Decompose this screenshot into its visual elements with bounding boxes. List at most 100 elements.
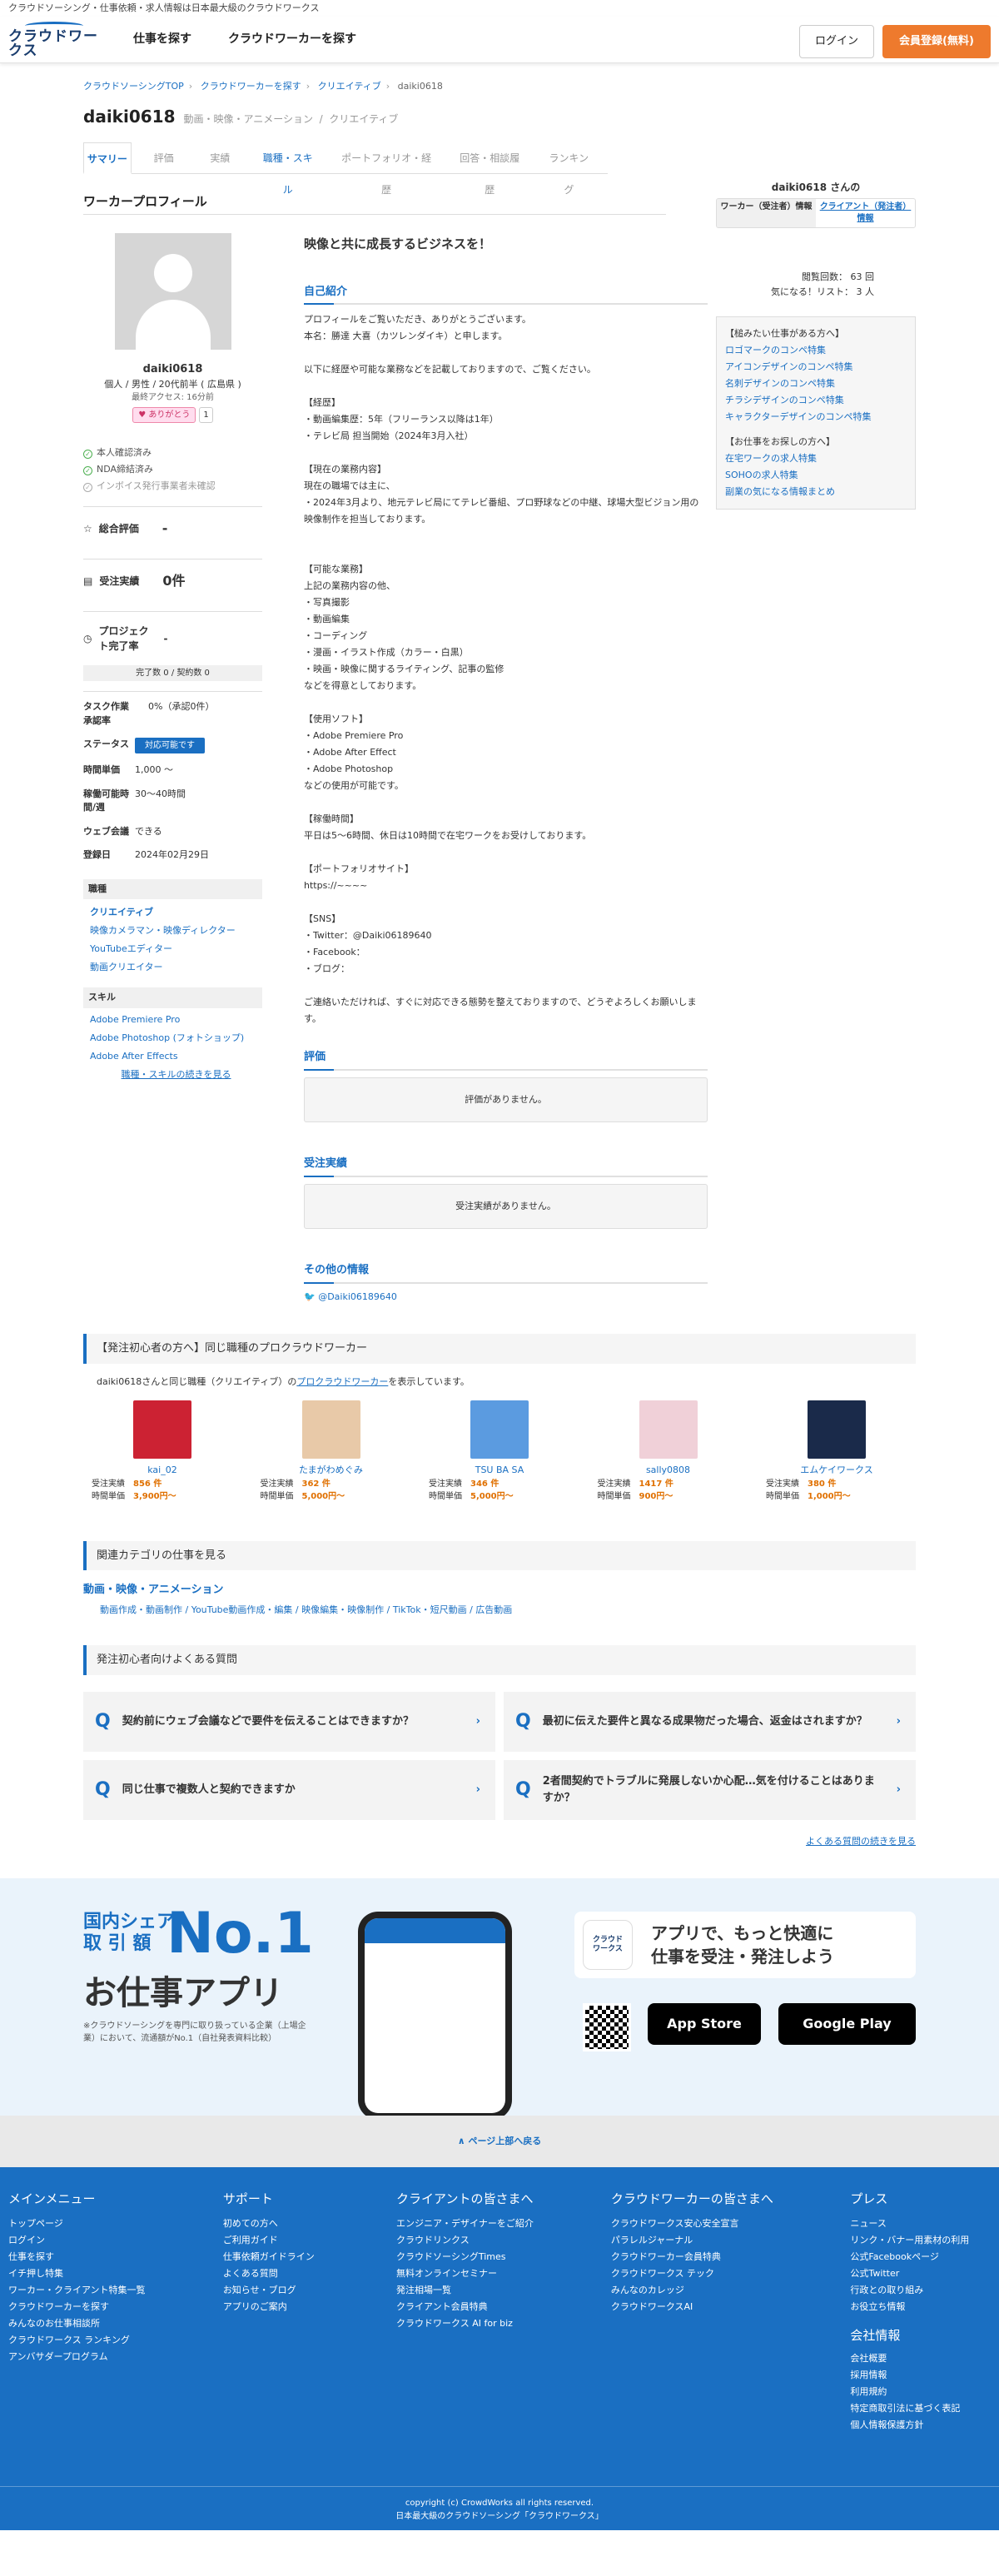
footer-link[interactable]: 採用情報 xyxy=(850,2367,991,2384)
worker-card[interactable]: TSU BA SA 受注実績 346 件時間単価 5,000円〜 xyxy=(429,1400,570,1503)
interest-link[interactable]: 在宅ワークの求人特集 xyxy=(725,450,907,467)
faq-item[interactable]: Q 契約前にウェブ会議などで要件を伝えることはできますか？ › xyxy=(83,1691,495,1752)
footer-link[interactable]: クラウドワークス安心安全宣言 xyxy=(611,2215,851,2232)
footer-link[interactable]: 無料オンラインセミナー xyxy=(396,2265,611,2282)
footer-link[interactable]: 公式Facebookページ xyxy=(850,2249,991,2265)
crumb-category[interactable]: クリエイティブ xyxy=(318,81,381,92)
tab-ranking[interactable]: ランキング xyxy=(539,142,599,196)
skill-item[interactable]: Adobe After Effects xyxy=(90,1050,262,1063)
footer-link[interactable]: エンジニア・デザイナーをご紹介 xyxy=(396,2215,611,2232)
interest-link[interactable]: キャラクターデザインのコンペ特集 xyxy=(725,409,907,425)
thanks-button[interactable]: ♥ ありがとう xyxy=(132,407,196,423)
worker-avatar[interactable] xyxy=(301,1400,360,1459)
twitter-link[interactable]: 🐦 @Daiki06189640 xyxy=(304,1290,708,1305)
tab-results[interactable]: 実績 xyxy=(196,142,244,173)
register-button[interactable]: 会員登録(無料) xyxy=(882,25,991,58)
google-play-button[interactable]: Google Play xyxy=(778,2003,916,2045)
worker-card[interactable]: sally0808 受注実績 1417 件時間単価 900円〜 xyxy=(598,1400,739,1503)
footer-link[interactable]: トップページ xyxy=(8,2215,223,2232)
footer-link[interactable]: イチ押し特集 xyxy=(8,2265,223,2282)
footer-link[interactable]: みんなのカレッジ xyxy=(611,2282,851,2299)
footer-link[interactable]: ログイン xyxy=(8,2232,223,2249)
footer-link[interactable]: 行政との取り組み xyxy=(850,2282,991,2299)
tab-reviews[interactable]: 評価 xyxy=(140,142,188,173)
job-item[interactable]: 映像カメラマン・映像ディレクター xyxy=(90,924,262,937)
nav-find-workers[interactable]: クラウドワーカーを探す xyxy=(228,31,356,48)
faq-item[interactable]: Q 同じ仕事で複数人と契約できますか › xyxy=(83,1759,495,1820)
footer-link[interactable]: 個人情報保護方針 xyxy=(850,2417,991,2434)
skill-item[interactable]: Adobe Premiere Pro xyxy=(90,1013,262,1027)
footer-link[interactable]: クラウドワーカーを探す xyxy=(8,2299,223,2315)
worker-avatar[interactable] xyxy=(808,1400,866,1459)
footer-link[interactable]: 仕事依頼ガイドライン xyxy=(223,2249,396,2265)
footer-link[interactable]: ニュース xyxy=(850,2215,991,2232)
interest-link[interactable]: アイコンデザインのコンペ特集 xyxy=(725,359,907,375)
nav-find-jobs[interactable]: 仕事を探す xyxy=(133,31,191,48)
more-skills-link[interactable]: 職種・スキルの続きを見る xyxy=(122,1069,231,1080)
worker-card[interactable]: たまがわめぐみ 受注実績 362 件時間単価 5,000円〜 xyxy=(261,1400,402,1503)
footer-link[interactable]: クラウドワークス AI for biz xyxy=(396,2315,611,2332)
footer-link[interactable]: 利用規約 xyxy=(850,2384,991,2400)
footer-link[interactable]: クラウドワークス テック xyxy=(611,2265,851,2282)
crumb-top[interactable]: クラウドソーシングTOP xyxy=(83,81,184,92)
footer-link[interactable]: お役立ち情報 xyxy=(850,2299,991,2315)
interest-link[interactable]: SOHOの求人特集 xyxy=(725,467,907,484)
worker-avatar[interactable] xyxy=(639,1400,698,1459)
job-category[interactable]: クリエイティブ xyxy=(90,906,262,919)
login-button[interactable]: ログイン xyxy=(799,25,874,58)
interest-link[interactable]: 副業の気になる情報まとめ xyxy=(725,484,907,500)
related-category[interactable]: 動画・映像・アニメーション xyxy=(83,1582,916,1599)
related-links[interactable]: 動画作成・動画制作 / YouTube動画作成・編集 / 映像編集・映像制作 /… xyxy=(100,1604,899,1618)
interest-link[interactable]: 名刺デザインのコンペ特集 xyxy=(725,375,907,392)
footer-link[interactable]: 仕事を探す xyxy=(8,2249,223,2265)
footer-link[interactable]: 会社概要 xyxy=(850,2350,991,2367)
job-item[interactable]: 動画クリエイター xyxy=(90,961,262,974)
worker-name[interactable]: エムケイワークス xyxy=(766,1464,907,1478)
app-store-button[interactable]: App Store xyxy=(648,2003,761,2045)
back-to-top[interactable]: ∧ ページ上部へ戻る xyxy=(0,2116,999,2167)
faq-item[interactable]: Q 2者間契約でトラブルに発展しないか心配…気を付けることはありますか？ › xyxy=(504,1759,916,1820)
worker-name[interactable]: sally0808 xyxy=(598,1464,739,1478)
footer-link[interactable]: クラウドワーカー会員特典 xyxy=(611,2249,851,2265)
footer-link[interactable]: パラレルジャーナル xyxy=(611,2232,851,2249)
footer-link[interactable]: 初めての方へ xyxy=(223,2215,396,2232)
tab-skills[interactable]: 職種・スキル xyxy=(252,142,323,196)
footer-link[interactable]: お知らせ・ブログ xyxy=(223,2282,396,2299)
worker-avatar[interactable] xyxy=(133,1400,191,1459)
worker-name[interactable]: kai_02 xyxy=(92,1464,233,1478)
tab-portfolio[interactable]: ポートフォリオ・経歴 xyxy=(331,142,440,196)
worker-name[interactable]: TSU BA SA xyxy=(429,1464,570,1478)
tab-answers[interactable]: 回答・相談履歴 xyxy=(450,142,530,196)
side-tab-worker[interactable]: ワーカー（受注者）情報 xyxy=(717,199,816,227)
footer-link[interactable]: 特定商取引法に基づく表記 xyxy=(850,2400,991,2417)
footer-link[interactable]: クラウドワークスAI xyxy=(611,2299,851,2315)
worker-card[interactable]: エムケイワークス 受注実績 380 件時間単価 1,000円〜 xyxy=(766,1400,907,1503)
pro-worker-link[interactable]: プロクラウドワーカー xyxy=(296,1376,388,1387)
faq-item[interactable]: Q 最初に伝えた要件と異なる成果物だった場合、返金はされますか？ › xyxy=(504,1691,916,1752)
footer-link[interactable]: クラウドソーシングTimes xyxy=(396,2249,611,2265)
footer-link[interactable]: アプリのご案内 xyxy=(223,2299,396,2315)
side-tab-client[interactable]: クライアント（発注者）情報 xyxy=(816,199,915,227)
worker-avatar[interactable] xyxy=(470,1400,529,1459)
skill-item[interactable]: Adobe Photoshop (フォトショップ) xyxy=(90,1032,262,1045)
footer-link[interactable]: ワーカー・クライアント特集一覧 xyxy=(8,2282,223,2299)
worker-card[interactable]: kai_02 受注実績 856 件時間単価 3,900円〜 xyxy=(92,1400,233,1503)
logo[interactable]: クラウドワークス xyxy=(8,21,100,58)
footer-link[interactable]: 発注相場一覧 xyxy=(396,2282,611,2299)
footer-link[interactable]: クラウドリンクス xyxy=(396,2232,611,2249)
crumb-workers[interactable]: クラウドワーカーを探す xyxy=(201,81,301,92)
tab-summary[interactable]: サマリー xyxy=(83,142,132,174)
worker-name[interactable]: たまがわめぐみ xyxy=(261,1464,402,1478)
footer-link[interactable]: アンバサダープログラム xyxy=(8,2349,223,2365)
faq-more-link[interactable]: よくある質問の続きを見る xyxy=(83,1835,916,1849)
footer-link[interactable]: みんなのお仕事相談所 xyxy=(8,2315,223,2332)
job-item[interactable]: YouTubeエディター xyxy=(90,942,262,956)
interest-link[interactable]: チラシデザインのコンペ特集 xyxy=(725,392,907,409)
footer-link[interactable]: ご利用ガイド xyxy=(223,2232,396,2249)
footer-link[interactable]: リンク・バナー用素材の利用 xyxy=(850,2232,991,2249)
footer-link[interactable]: クライアント会員特典 xyxy=(396,2299,611,2315)
interest-link[interactable]: ロゴマークのコンペ特集 xyxy=(725,342,907,359)
footer-link[interactable]: 公式Twitter xyxy=(850,2265,991,2282)
footer-link[interactable]: よくある質問 xyxy=(223,2265,396,2282)
footer-link[interactable]: クラウドワークス ランキング xyxy=(8,2332,223,2349)
